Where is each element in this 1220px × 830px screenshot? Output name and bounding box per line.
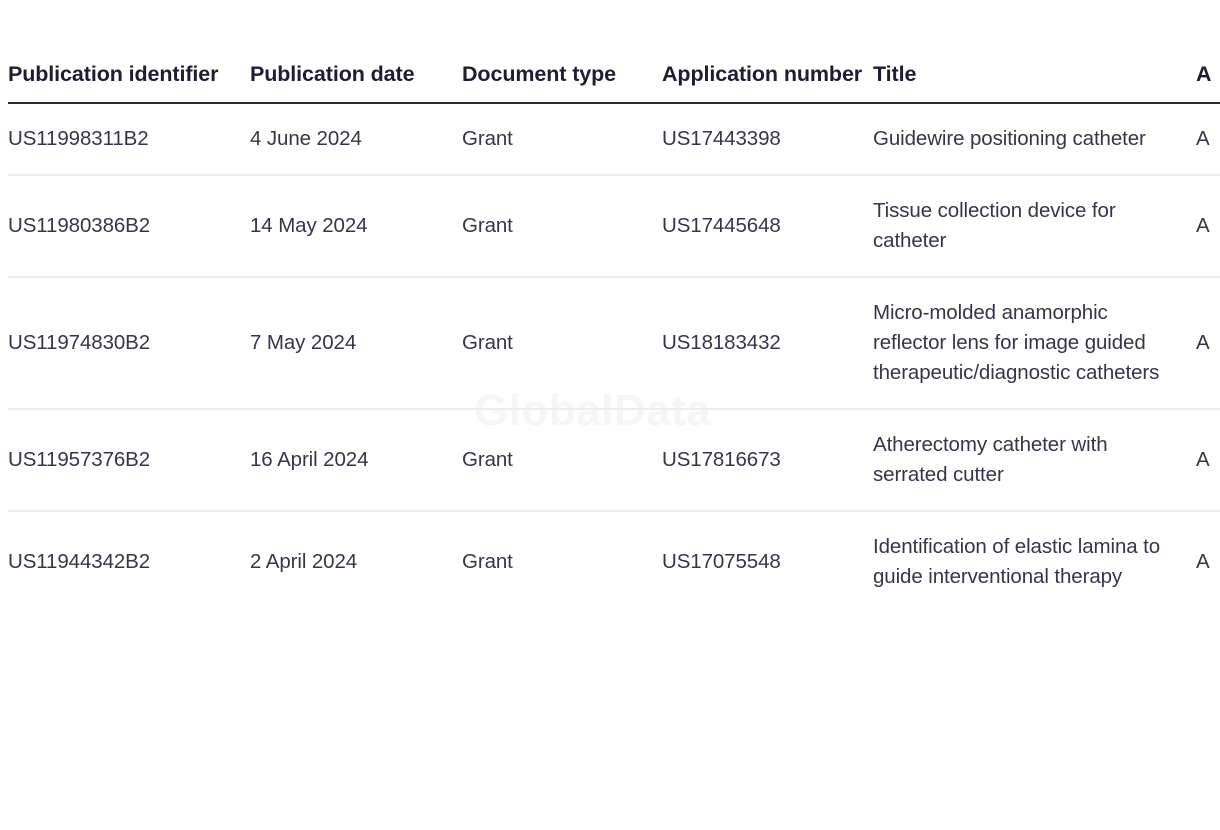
cell-publication-identifier: US11998311B2 <box>8 103 250 176</box>
table-body: US11998311B2 4 June 2024 Grant US1744339… <box>8 103 1220 612</box>
cell-assignee: A <box>1196 511 1220 612</box>
cell-title: Atherectomy catheter with serrated cutte… <box>873 409 1196 512</box>
cell-application-number: US17816673 <box>662 409 873 512</box>
publication-date-value: 14 May 2024 <box>250 214 368 237</box>
table-row[interactable]: US11944342B2 2 April 2024 Grant US170755… <box>8 511 1220 612</box>
publication-identifier-value: US11974830B2 <box>8 331 151 354</box>
application-number-value: US17075548 <box>662 550 781 573</box>
title-value: Micro-molded anamorphic reflector lens f… <box>873 301 1160 384</box>
cell-application-number: US17445648 <box>662 175 873 278</box>
title-value: Identification of elastic lamina to guid… <box>873 535 1161 588</box>
publication-date-value: 2 April 2024 <box>250 550 358 573</box>
table-row[interactable]: US11998311B2 4 June 2024 Grant US1744339… <box>8 103 1220 176</box>
cell-assignee: A <box>1196 103 1220 176</box>
column-header-title[interactable]: Title <box>873 58 1196 104</box>
document-type-value: Grant <box>462 448 513 471</box>
cell-publication-date: 4 June 2024 <box>250 103 462 176</box>
table-row[interactable]: US11974830B2 7 May 2024 Grant US18183432… <box>8 277 1220 410</box>
assignee-value: A <box>1196 550 1210 573</box>
cell-publication-date: 2 April 2024 <box>250 511 462 612</box>
title-value: Tissue collection device for catheter <box>873 199 1116 252</box>
assignee-value: A <box>1196 214 1210 237</box>
cell-publication-date: 16 April 2024 <box>250 409 462 512</box>
column-header-application-number[interactable]: Application number <box>662 58 873 104</box>
patent-table-viewport: GlobalData Publication identifier Public… <box>0 0 1220 830</box>
table-row[interactable]: US11957376B2 16 April 2024 Grant US17816… <box>8 409 1220 512</box>
document-type-value: Grant <box>462 331 513 354</box>
application-number-value: US17443398 <box>662 127 781 150</box>
cell-assignee: A <box>1196 175 1220 278</box>
cell-title: Guidewire positioning catheter <box>873 103 1196 176</box>
cell-title: Identification of elastic lamina to guid… <box>873 511 1196 612</box>
publication-identifier-value: US11980386B2 <box>8 214 151 237</box>
publication-date-value: 4 June 2024 <box>250 127 362 150</box>
cell-publication-date: 14 May 2024 <box>250 175 462 278</box>
column-header-publication-identifier[interactable]: Publication identifier <box>8 58 250 104</box>
cell-publication-identifier: US11980386B2 <box>8 175 250 278</box>
cell-document-type: Grant <box>462 511 662 612</box>
cell-application-number: US17443398 <box>662 103 873 176</box>
cell-document-type: Grant <box>462 409 662 512</box>
application-number-value: US17445648 <box>662 214 781 237</box>
publication-identifier-value: US11998311B2 <box>8 127 149 150</box>
cell-assignee: A <box>1196 409 1220 512</box>
cell-title: Tissue collection device for catheter <box>873 175 1196 278</box>
cell-publication-identifier: US11974830B2 <box>8 277 250 410</box>
assignee-value: A <box>1196 448 1210 471</box>
cell-title: Micro-molded anamorphic reflector lens f… <box>873 277 1196 410</box>
cell-document-type: Grant <box>462 103 662 176</box>
cell-publication-identifier: US11957376B2 <box>8 409 250 512</box>
cell-document-type: Grant <box>462 175 662 278</box>
table-header-row: Publication identifier Publication date … <box>8 58 1220 104</box>
column-header-document-type[interactable]: Document type <box>462 58 662 104</box>
publication-date-value: 7 May 2024 <box>250 331 357 354</box>
application-number-value: US18183432 <box>662 331 781 354</box>
title-value: Atherectomy catheter with serrated cutte… <box>873 433 1108 486</box>
document-type-value: Grant <box>462 550 513 573</box>
cell-application-number: US18183432 <box>662 277 873 410</box>
cell-assignee: A <box>1196 277 1220 410</box>
column-header-publication-date[interactable]: Publication date <box>250 58 462 104</box>
assignee-value: A <box>1196 331 1210 354</box>
publication-identifier-value: US11944342B2 <box>8 550 151 573</box>
document-type-value: Grant <box>462 214 513 237</box>
title-value: Guidewire positioning catheter <box>873 127 1146 150</box>
assignee-value: A <box>1196 127 1210 150</box>
cell-application-number: US17075548 <box>662 511 873 612</box>
cell-publication-date: 7 May 2024 <box>250 277 462 410</box>
cell-document-type: Grant <box>462 277 662 410</box>
publication-date-value: 16 April 2024 <box>250 448 369 471</box>
table-row[interactable]: US11980386B2 14 May 2024 Grant US1744564… <box>8 175 1220 278</box>
cell-publication-identifier: US11944342B2 <box>8 511 250 612</box>
publication-identifier-value: US11957376B2 <box>8 448 151 471</box>
document-type-value: Grant <box>462 127 513 150</box>
application-number-value: US17816673 <box>662 448 781 471</box>
patent-publications-table: Publication identifier Publication date … <box>8 58 1220 612</box>
column-header-assignee[interactable]: A <box>1196 58 1220 104</box>
table-header: Publication identifier Publication date … <box>8 58 1220 104</box>
